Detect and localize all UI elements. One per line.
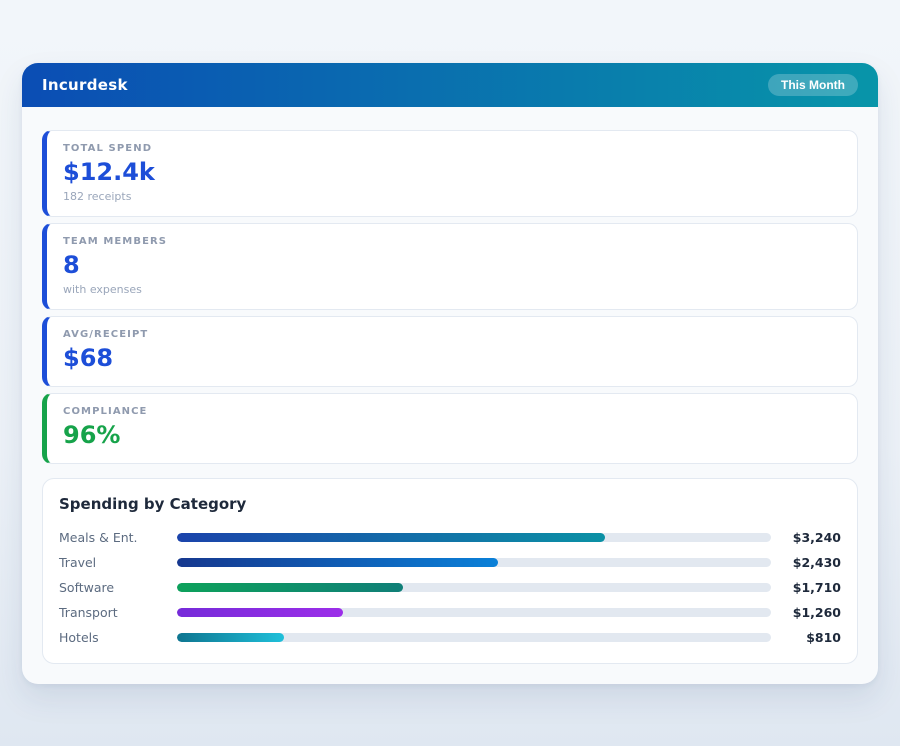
- chart-row: Transport $1,260: [59, 600, 841, 625]
- dashboard-panel: Incurdesk This Month TOTAL SPEND $12.4k …: [22, 63, 878, 684]
- chart-bar-fill: [177, 608, 343, 617]
- chart-bar-track: [177, 558, 771, 567]
- chart-bar-fill: [177, 633, 284, 642]
- chart-bar-fill: [177, 533, 605, 542]
- chart-row: Hotels $810: [59, 625, 841, 650]
- chart-title: Spending by Category: [59, 495, 841, 513]
- stat-label: TEAM MEMBERS: [63, 236, 841, 247]
- chart-bar-track: [177, 608, 771, 617]
- chart-bar-fill: [177, 583, 403, 592]
- chart-bar-track: [177, 533, 771, 542]
- chart-value-label: $810: [771, 630, 841, 645]
- chart-category-label: Hotels: [59, 630, 177, 645]
- app-header: Incurdesk This Month: [22, 63, 878, 107]
- chart-bar-track: [177, 583, 771, 592]
- category-bar-chart: Meals & Ent. $3,240 Travel $2,430 Software $1…: [59, 525, 841, 650]
- chart-category-label: Meals & Ent.: [59, 530, 177, 545]
- chart-value-label: $1,260: [771, 605, 841, 620]
- chart-bar-fill: [177, 558, 498, 567]
- chart-category-label: Software: [59, 580, 177, 595]
- stat-label: COMPLIANCE: [63, 406, 841, 417]
- spending-by-category-card: Spending by Category Meals & Ent. $3,240 T…: [42, 478, 858, 664]
- chart-value-label: $3,240: [771, 530, 841, 545]
- page-background: { "theme": { "header_gradient_from": "#0…: [0, 0, 900, 746]
- stat-card-total-spend: TOTAL SPEND $12.4k 182 receipts: [42, 130, 858, 217]
- stat-card-avg-receipt: AVG/RECEIPT $68: [42, 316, 858, 387]
- chart-row: Meals & Ent. $3,240: [59, 525, 841, 550]
- app-title: Incurdesk: [42, 76, 128, 94]
- dashboard-content: TOTAL SPEND $12.4k 182 receipts TEAM MEM…: [22, 107, 878, 664]
- chart-value-label: $1,710: [771, 580, 841, 595]
- stat-value: 8: [63, 253, 841, 278]
- stat-card-team-members: TEAM MEMBERS 8 with expenses: [42, 223, 858, 310]
- chart-category-label: Transport: [59, 605, 177, 620]
- stat-subtext: 182 receipts: [63, 190, 841, 203]
- chart-row: Travel $2,430: [59, 550, 841, 575]
- stat-value: $12.4k: [63, 160, 841, 185]
- time-range-badge[interactable]: This Month: [768, 74, 858, 96]
- stat-label: AVG/RECEIPT: [63, 329, 841, 340]
- chart-value-label: $2,430: [771, 555, 841, 570]
- chart-category-label: Travel: [59, 555, 177, 570]
- stat-value: 96%: [63, 423, 841, 448]
- stat-card-compliance: COMPLIANCE 96%: [42, 393, 858, 464]
- stat-label: TOTAL SPEND: [63, 143, 841, 154]
- chart-row: Software $1,710: [59, 575, 841, 600]
- stat-subtext: with expenses: [63, 283, 841, 296]
- chart-bar-track: [177, 633, 771, 642]
- stat-value: $68: [63, 346, 841, 371]
